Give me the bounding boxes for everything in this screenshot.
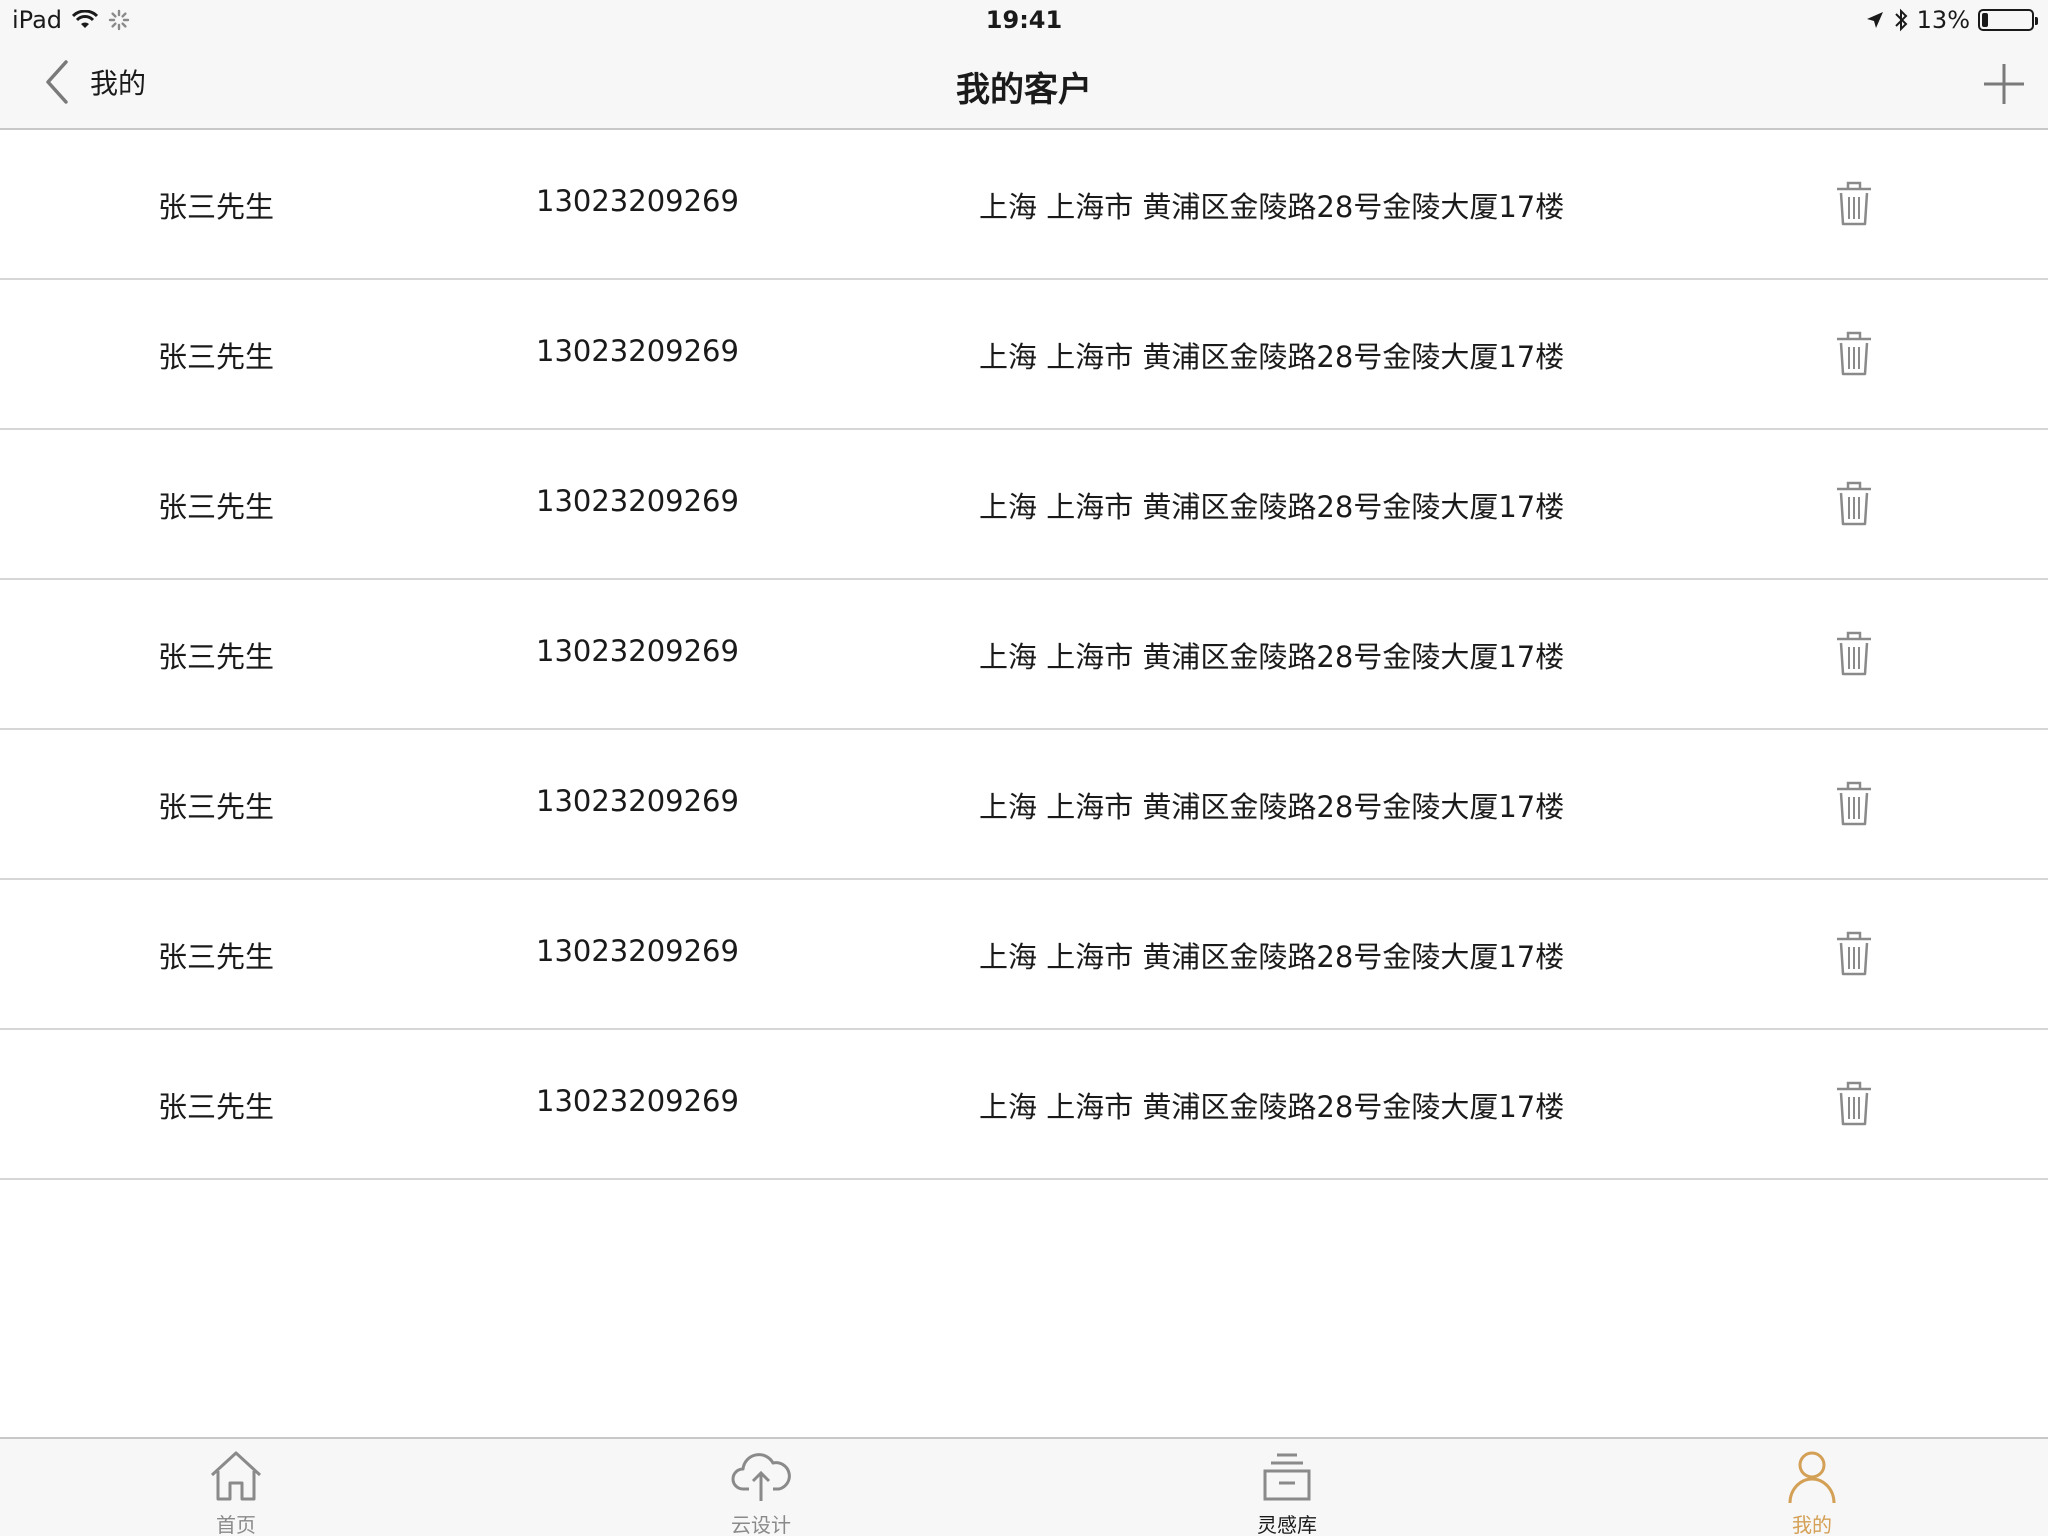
location-arrow-icon [1866, 12, 1883, 28]
client-address: 上海 上海市 黄浦区金陵路28号金陵大厦17楼 [979, 790, 1565, 824]
client-name: 张三先生 [158, 640, 275, 674]
client-phone: 13023209269 [536, 184, 739, 218]
trash-icon[interactable] [1835, 930, 1873, 976]
tab-inspiration-label: 灵感库 [1257, 1513, 1317, 1536]
client-name: 张三先生 [158, 940, 275, 974]
client-list: 张三先生 13023209269 上海 上海市 黄浦区金陵路28号金陵大厦17楼 张三… [0, 130, 2048, 1180]
client-row[interactable]: 张三先生 13023209269 上海 上海市 黄浦区金陵路28号金陵大厦17楼 [0, 730, 2048, 880]
tab-mine[interactable]: 我的 [1742, 1439, 1882, 1536]
cloud-upload-icon [731, 1453, 791, 1501]
inbox-icon [1263, 1453, 1311, 1501]
client-row[interactable]: 张三先生 13023209269 上海 上海市 黄浦区金陵路28号金陵大厦17楼 [0, 1030, 2048, 1180]
client-name: 张三先生 [158, 1090, 275, 1124]
battery-icon [1978, 9, 2038, 31]
battery-percent: 13% [1916, 6, 1970, 34]
battery-level [1982, 13, 1989, 27]
navigation-bar: 我的 我的客户 [0, 40, 2048, 128]
trash-icon[interactable] [1835, 780, 1873, 826]
tab-home-label: 首页 [216, 1513, 256, 1536]
client-phone: 13023209269 [536, 484, 739, 518]
tab-bar: 首页 云设计 灵感库 我的 [0, 1437, 2048, 1536]
trash-icon[interactable] [1835, 630, 1873, 676]
client-phone: 13023209269 [536, 934, 739, 968]
client-address: 上海 上海市 黄浦区金陵路28号金陵大厦17楼 [979, 640, 1565, 674]
client-address: 上海 上海市 黄浦区金陵路28号金陵大厦17楼 [979, 190, 1565, 224]
home-icon [210, 1451, 262, 1501]
client-row[interactable]: 张三先生 13023209269 上海 上海市 黄浦区金陵路28号金陵大厦17楼 [0, 280, 2048, 430]
client-row[interactable]: 张三先生 13023209269 上海 上海市 黄浦区金陵路28号金陵大厦17楼 [0, 430, 2048, 580]
client-row[interactable]: 张三先生 13023209269 上海 上海市 黄浦区金陵路28号金陵大厦17楼 [0, 580, 2048, 730]
person-icon [1788, 1451, 1836, 1504]
tab-inspiration[interactable]: 灵感库 [1217, 1439, 1357, 1536]
tab-mine-label: 我的 [1792, 1513, 1832, 1536]
bluetooth-icon [1894, 8, 1908, 32]
add-client-button[interactable] [1982, 62, 2026, 106]
top-area: iPad 19:41 13% 我的 我的客户 [0, 0, 2048, 130]
client-address: 上海 上海市 黄浦区金陵路28号金陵大厦17楼 [979, 340, 1565, 374]
client-name: 张三先生 [158, 340, 275, 374]
screen: iPad 19:41 13% 我的 我的客户 张三先生 13023209269 … [0, 0, 2048, 1536]
client-name: 张三先生 [158, 190, 275, 224]
client-address: 上海 上海市 黄浦区金陵路28号金陵大厦17楼 [979, 490, 1565, 524]
client-row[interactable]: 张三先生 13023209269 上海 上海市 黄浦区金陵路28号金陵大厦17楼 [0, 880, 2048, 1030]
trash-icon[interactable] [1835, 1080, 1873, 1126]
trash-icon[interactable] [1835, 480, 1873, 526]
client-name: 张三先生 [158, 490, 275, 524]
page-title: 我的客户 [956, 70, 1092, 110]
trash-icon[interactable] [1835, 330, 1873, 376]
status-right: 13% [1865, 6, 2038, 34]
client-phone: 13023209269 [536, 634, 739, 668]
tab-home[interactable]: 首页 [166, 1439, 306, 1536]
client-phone: 13023209269 [536, 1084, 739, 1118]
client-name: 张三先生 [158, 790, 275, 824]
client-address: 上海 上海市 黄浦区金陵路28号金陵大厦17楼 [979, 940, 1565, 974]
client-phone: 13023209269 [536, 784, 739, 818]
trash-icon[interactable] [1835, 180, 1873, 226]
client-phone: 13023209269 [536, 334, 739, 368]
client-row[interactable]: 张三先生 13023209269 上海 上海市 黄浦区金陵路28号金陵大厦17楼 [0, 130, 2048, 280]
status-bar: iPad 19:41 13% [0, 0, 2048, 40]
status-time: 19:41 [985, 6, 1063, 34]
tab-cloud-design[interactable]: 云设计 [691, 1439, 831, 1536]
client-address: 上海 上海市 黄浦区金陵路28号金陵大厦17楼 [979, 1090, 1565, 1124]
tab-cloud-design-label: 云设计 [731, 1513, 791, 1536]
